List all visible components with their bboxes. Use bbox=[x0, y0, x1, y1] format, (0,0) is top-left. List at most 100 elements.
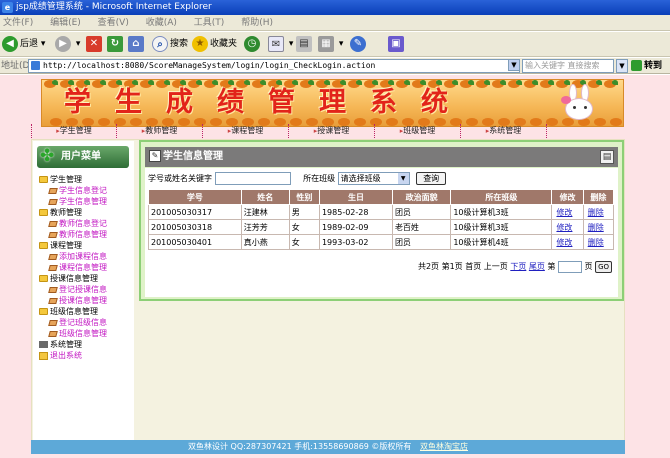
search-label: 搜索 bbox=[170, 39, 189, 49]
tree-item-course-manage[interactable]: 课程信息管理 bbox=[39, 262, 133, 273]
favorites-label: 收藏夹 bbox=[210, 39, 238, 49]
sidebar: ✤ 用户菜单 学生管理 学生信息登记 学生信息管理 教师管理 教师信息登记 教师… bbox=[33, 141, 134, 450]
table-header: 学号 姓名 性别 生日 政治面貌 所在班级 修改 删除 bbox=[148, 189, 615, 205]
tree-item-class-register[interactable]: 登记班级信息 bbox=[39, 317, 133, 328]
page-icon bbox=[48, 330, 58, 337]
nav-student[interactable]: ▸学生管理 bbox=[31, 124, 116, 138]
favorites-button[interactable]: ★ 收藏夹 bbox=[192, 35, 237, 54]
pager-next-link[interactable]: 下页 bbox=[510, 262, 526, 271]
forward-button[interactable]: ▶ ▾ bbox=[55, 35, 80, 54]
delete-link[interactable]: 删除 bbox=[582, 234, 615, 250]
search-button[interactable]: ⌕ 搜索 bbox=[152, 35, 188, 54]
page-icon bbox=[48, 297, 58, 304]
refresh-button[interactable]: ↻ bbox=[107, 35, 125, 54]
stop-button[interactable]: ✕ bbox=[86, 35, 104, 54]
page-icon bbox=[48, 319, 58, 326]
menu-tree: 学生管理 学生信息登记 学生信息管理 教师管理 教师信息登记 教师信息管理 课程… bbox=[39, 174, 133, 361]
menu-edit[interactable]: 编辑(E) bbox=[50, 18, 81, 28]
table-row: 201005030317 汪建林 男 1985-02-28 团员 10级计算机3… bbox=[148, 204, 615, 220]
keyword-dropdown[interactable]: ▼ bbox=[616, 59, 628, 73]
menu-tools[interactable]: 工具(T) bbox=[194, 18, 225, 28]
keyword-input[interactable] bbox=[214, 172, 291, 185]
cell-student-id: 201005030318 bbox=[148, 219, 242, 235]
leaf-icon bbox=[84, 80, 90, 85]
menu-favorites[interactable]: 收藏(A) bbox=[146, 18, 177, 28]
print-icon[interactable]: ▤ bbox=[600, 150, 614, 164]
tree-group-course[interactable]: 课程管理 bbox=[39, 240, 133, 251]
tree-group-teaching[interactable]: 授课信息管理 bbox=[39, 273, 133, 284]
folder-open-icon bbox=[39, 209, 48, 216]
forward-arrow-icon: ▶ bbox=[55, 35, 71, 52]
tree-item-teacher-register[interactable]: 教师信息登记 bbox=[39, 218, 133, 229]
cell-gender: 男 bbox=[288, 204, 320, 220]
address-url: http://localhost:8080/ScoreManageSystem/… bbox=[43, 61, 376, 70]
print-button[interactable]: ▤ bbox=[296, 35, 314, 54]
printer-icon: ▤ bbox=[296, 35, 312, 52]
page-number-input[interactable] bbox=[557, 260, 582, 273]
tree-group-class[interactable]: 班级信息管理 bbox=[39, 306, 133, 317]
pager-current: 第1页 bbox=[441, 262, 463, 271]
tree-item-class-manage[interactable]: 班级信息管理 bbox=[39, 328, 133, 339]
edit-icon: ▦ bbox=[318, 35, 334, 52]
tree-item-student-register[interactable]: 学生信息登记 bbox=[39, 185, 133, 196]
pager-go-button[interactable]: GO bbox=[595, 260, 612, 273]
leaf-icon bbox=[404, 80, 410, 85]
table-row: 201005030401 真小燕 女 1993-03-02 团员 10级计算机4… bbox=[148, 234, 615, 250]
class-select[interactable]: 请选择班级 ▼ bbox=[337, 172, 410, 185]
menu-file[interactable]: 文件(F) bbox=[3, 18, 33, 28]
address-dropdown[interactable]: ▼ bbox=[508, 59, 520, 71]
edit-button[interactable]: ▦ ▾ bbox=[318, 35, 343, 54]
delete-link[interactable]: 删除 bbox=[582, 219, 615, 235]
tree-item-teaching-register[interactable]: 登记授课信息 bbox=[39, 284, 133, 295]
tree-group-teacher[interactable]: 教师管理 bbox=[39, 207, 133, 218]
edit-link[interactable]: 修改 bbox=[551, 234, 584, 250]
tree-group-student[interactable]: 学生管理 bbox=[39, 174, 133, 185]
tree-item-system[interactable]: 系统管理 bbox=[39, 339, 133, 350]
cell-birthday: 1985-02-28 bbox=[318, 204, 393, 220]
leaf-icon bbox=[260, 80, 266, 85]
home-button[interactable]: ⌂ bbox=[128, 35, 146, 54]
leaf-icon bbox=[116, 80, 122, 85]
keyword-search-input[interactable]: 输入关键字 直接搜索 bbox=[522, 59, 614, 73]
nav-system[interactable]: ▸系统管理 bbox=[460, 124, 546, 138]
leaf-icon bbox=[500, 80, 506, 85]
leaf-icon bbox=[532, 80, 538, 85]
address-input[interactable]: http://localhost:8080/ScoreManageSystem/… bbox=[28, 59, 520, 73]
chevron-down-icon: ▼ bbox=[397, 173, 409, 184]
tree-item-course-add[interactable]: 添加课程信息 bbox=[39, 251, 133, 262]
delete-link[interactable]: 删除 bbox=[582, 204, 615, 220]
back-button[interactable]: ◀ 后退 ▾ bbox=[2, 35, 45, 54]
tree-item-logout[interactable]: 退出系统 bbox=[39, 350, 133, 361]
system-icon bbox=[39, 341, 48, 348]
back-arrow-icon: ◀ bbox=[2, 35, 18, 52]
tree-item-student-manage[interactable]: 学生信息管理 bbox=[39, 196, 133, 207]
cell-birthday: 1989-02-09 bbox=[318, 219, 393, 235]
leaf-icon bbox=[548, 80, 554, 85]
pager-last-link[interactable]: 尾页 bbox=[529, 262, 545, 271]
menu-view[interactable]: 查看(V) bbox=[98, 18, 129, 28]
shop-link[interactable]: 双鱼林淘宝店 bbox=[420, 442, 468, 451]
tools-button[interactable]: ▣ bbox=[388, 35, 406, 54]
tree-item-teacher-manage[interactable]: 教师信息管理 bbox=[39, 229, 133, 240]
cell-political: 老百姓 bbox=[391, 219, 452, 235]
nav-teacher[interactable]: ▸教师管理 bbox=[116, 124, 202, 138]
cell-political: 团员 bbox=[391, 234, 452, 250]
query-button[interactable]: 查询 bbox=[416, 172, 447, 185]
leaf-icon bbox=[612, 80, 618, 85]
search-icon: ⌕ bbox=[152, 35, 168, 52]
discuss-button[interactable]: ✎ bbox=[350, 35, 368, 54]
edit-link[interactable]: 修改 bbox=[551, 219, 584, 235]
go-button[interactable]: 转到 bbox=[631, 59, 662, 73]
mail-button[interactable]: ✉ ▾ bbox=[268, 35, 293, 54]
history-button[interactable]: ◷ bbox=[244, 35, 262, 54]
nav-teaching[interactable]: ▸授课管理 bbox=[288, 124, 374, 138]
page-icon bbox=[31, 61, 40, 70]
tree-item-teaching-manage[interactable]: 授课信息管理 bbox=[39, 295, 133, 306]
leaf-icon bbox=[68, 80, 74, 85]
edit-link[interactable]: 修改 bbox=[551, 204, 584, 220]
menu-help[interactable]: 帮助(H) bbox=[241, 18, 273, 28]
nav-course[interactable]: ▸课程管理 bbox=[202, 124, 288, 138]
leaf-icon bbox=[452, 80, 458, 85]
page-icon bbox=[48, 220, 58, 227]
nav-class[interactable]: ▸班级管理 bbox=[374, 124, 460, 138]
